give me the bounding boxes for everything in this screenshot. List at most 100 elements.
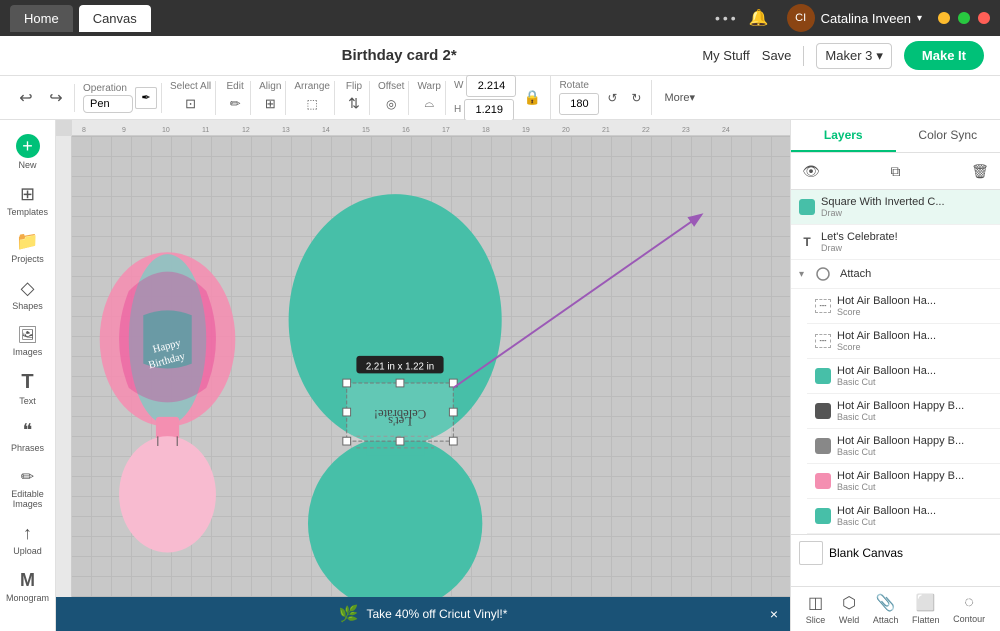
contour-button[interactable]: ◌ Contour (953, 594, 985, 624)
bell-icon[interactable]: 🔔 (749, 8, 769, 28)
tab-layers[interactable]: Layers (791, 120, 896, 152)
more-button[interactable]: More▾ (660, 91, 699, 104)
user-area[interactable]: CI Catalina Inveen ▾ (787, 4, 922, 32)
sidebar-item-editable-images[interactable]: ✏ Editable Images (3, 461, 53, 515)
layer-attach-group[interactable]: ▾ Attach (791, 260, 1000, 289)
width-input[interactable]: 2.214 (466, 75, 516, 97)
sidebar-item-new[interactable]: + New (3, 128, 53, 176)
attach-button[interactable]: 📎 Attach (873, 593, 899, 625)
blank-canvas-item[interactable]: Blank Canvas (791, 534, 1000, 571)
weld-button[interactable]: ⬡ Weld (839, 593, 859, 625)
layer-color-swatch (799, 199, 815, 215)
layers-eye-button[interactable]: 👁 (799, 159, 823, 183)
home-tab[interactable]: Home (10, 5, 73, 32)
layer-balloon-basic1[interactable]: Hot Air Balloon Ha... Basic Cut (807, 359, 1000, 394)
rotate-input[interactable]: 180 (559, 93, 599, 115)
score-icon: --- (815, 299, 831, 313)
layers-copy-button[interactable]: ⧉ (884, 159, 908, 183)
layer-balloon-happy1[interactable]: Hot Air Balloon Happy B... Basic Cut (807, 394, 1000, 429)
layer-text: Hot Air Balloon Happy B... Basic Cut (837, 400, 992, 422)
weld-label: Weld (839, 615, 859, 625)
layer-balloon-happy2[interactable]: Hot Air Balloon Happy B... Basic Cut (807, 429, 1000, 464)
sidebar-item-label: New (18, 160, 36, 170)
ruler-mark: 19 (522, 127, 530, 134)
ruler-mark: 16 (402, 127, 410, 134)
canvas-bg[interactable]: Happy Birthday (72, 136, 790, 631)
lock-icon[interactable]: 🔒 (518, 84, 546, 112)
machine-selector[interactable]: Maker 3 ▾ (816, 43, 892, 69)
layer-lets-celebrate[interactable]: T Let's Celebrate! Draw (791, 225, 1000, 260)
offset-group: Offset ◎ (374, 81, 410, 115)
warp-group: Warp ⌓ (413, 81, 446, 115)
promo-banner[interactable]: 🌿 Take 40% off Cricut Vinyl!* × (56, 597, 790, 631)
sidebar-item-shapes[interactable]: ◇ Shapes (3, 272, 53, 317)
height-label: H (454, 104, 461, 115)
layers-delete-button[interactable]: 🗑 (968, 159, 992, 183)
layer-balloon-happy3[interactable]: Hot Air Balloon Happy B... Basic Cut (807, 464, 1000, 499)
layer-balloon-score1[interactable]: --- Hot Air Balloon Ha... Score (807, 289, 1000, 324)
layer-name: Square With Inverted C... (821, 196, 992, 208)
edit-button[interactable]: ✏ (224, 93, 246, 115)
offset-label: Offset (378, 81, 405, 92)
projects-icon: 📁 (16, 231, 38, 252)
select-all-button[interactable]: ⊡ (180, 93, 202, 115)
warp-button[interactable]: ⌓ (418, 93, 440, 115)
layer-text: Hot Air Balloon Happy B... Basic Cut (837, 470, 992, 492)
redo-button[interactable]: ↪ (42, 84, 70, 112)
layer-balloon-score2[interactable]: --- Hot Air Balloon Ha... Score (807, 324, 1000, 359)
collapse-arrow[interactable]: ▾ (799, 269, 804, 280)
sidebar-item-upload[interactable]: ↑ Upload (3, 517, 53, 562)
offset-button[interactable]: ◎ (380, 93, 402, 115)
layer-sub: Basic Cut (837, 517, 992, 527)
makeit-button[interactable]: Make It (904, 41, 984, 70)
sidebar-item-text[interactable]: T Text (3, 365, 53, 412)
promo-close-button[interactable]: × (770, 606, 778, 622)
undo-button[interactable]: ↩ (12, 84, 40, 112)
attach-icon (812, 266, 834, 282)
sidebar-item-label: Monogram (6, 593, 49, 603)
sidebar-item-images[interactable]: 🖼 Images (3, 319, 53, 363)
sidebar-item-phrases[interactable]: ❝ Phrases (3, 414, 53, 459)
align-button[interactable]: ⊞ (259, 93, 281, 115)
height-input[interactable]: 1.219 (464, 99, 514, 121)
rotate-left-button[interactable]: ↺ (601, 87, 623, 109)
dots-menu[interactable]: ••• (715, 10, 739, 26)
editable-images-icon: ✏ (21, 467, 34, 487)
layer-color-swatch (815, 438, 831, 454)
more-group[interactable]: More▾ (656, 91, 703, 104)
layer-balloon-happy4[interactable]: Hot Air Balloon Ha... Basic Cut (807, 499, 1000, 534)
sidebar-item-label: Images (13, 347, 43, 357)
arrange-button[interactable]: ⬚ (301, 93, 323, 115)
minimize-button[interactable] (938, 12, 950, 24)
ruler-mark: 8 (82, 127, 86, 134)
layer-text: Hot Air Balloon Happy B... Basic Cut (837, 435, 992, 457)
flip-label: Flip (346, 81, 362, 92)
maximize-button[interactable] (958, 12, 970, 24)
operation-select[interactable]: Pen (83, 95, 133, 113)
close-button[interactable] (978, 12, 990, 24)
sidebar-item-label: Templates (7, 207, 48, 217)
sidebar-item-projects[interactable]: 📁 Projects (3, 225, 53, 270)
rotate-right-button[interactable]: ↻ (625, 87, 647, 109)
sidebar-item-monogram[interactable]: M Monogram (3, 564, 53, 609)
align-label: Align (259, 81, 281, 92)
slice-button[interactable]: ◫ Slice (806, 593, 826, 625)
canvas-area[interactable]: 8 9 10 11 12 13 14 15 16 17 18 19 20 21 … (56, 120, 790, 631)
mystuff-button[interactable]: My Stuff (702, 48, 749, 63)
ruler-mark: 20 (562, 127, 570, 134)
attach-icon: 📎 (876, 593, 896, 613)
canvas-tab[interactable]: Canvas (79, 5, 151, 32)
ruler-mark: 11 (202, 127, 209, 134)
width-label: W (454, 80, 463, 91)
tab-color-sync[interactable]: Color Sync (896, 120, 1000, 152)
ruler-mark: 9 (122, 127, 126, 134)
sidebar-item-templates[interactable]: ⊞ Templates (3, 178, 53, 223)
weld-icon: ⬡ (842, 593, 856, 613)
flatten-button[interactable]: ⬜ Flatten (912, 593, 940, 625)
flip-button[interactable]: ⇅ (343, 93, 365, 115)
layer-sub: Draw (821, 243, 992, 253)
layer-square-inverted[interactable]: Square With Inverted C... Draw (791, 190, 1000, 225)
save-button[interactable]: Save (762, 48, 792, 63)
contour-label: Contour (953, 614, 985, 624)
canvas-grid (72, 136, 790, 631)
